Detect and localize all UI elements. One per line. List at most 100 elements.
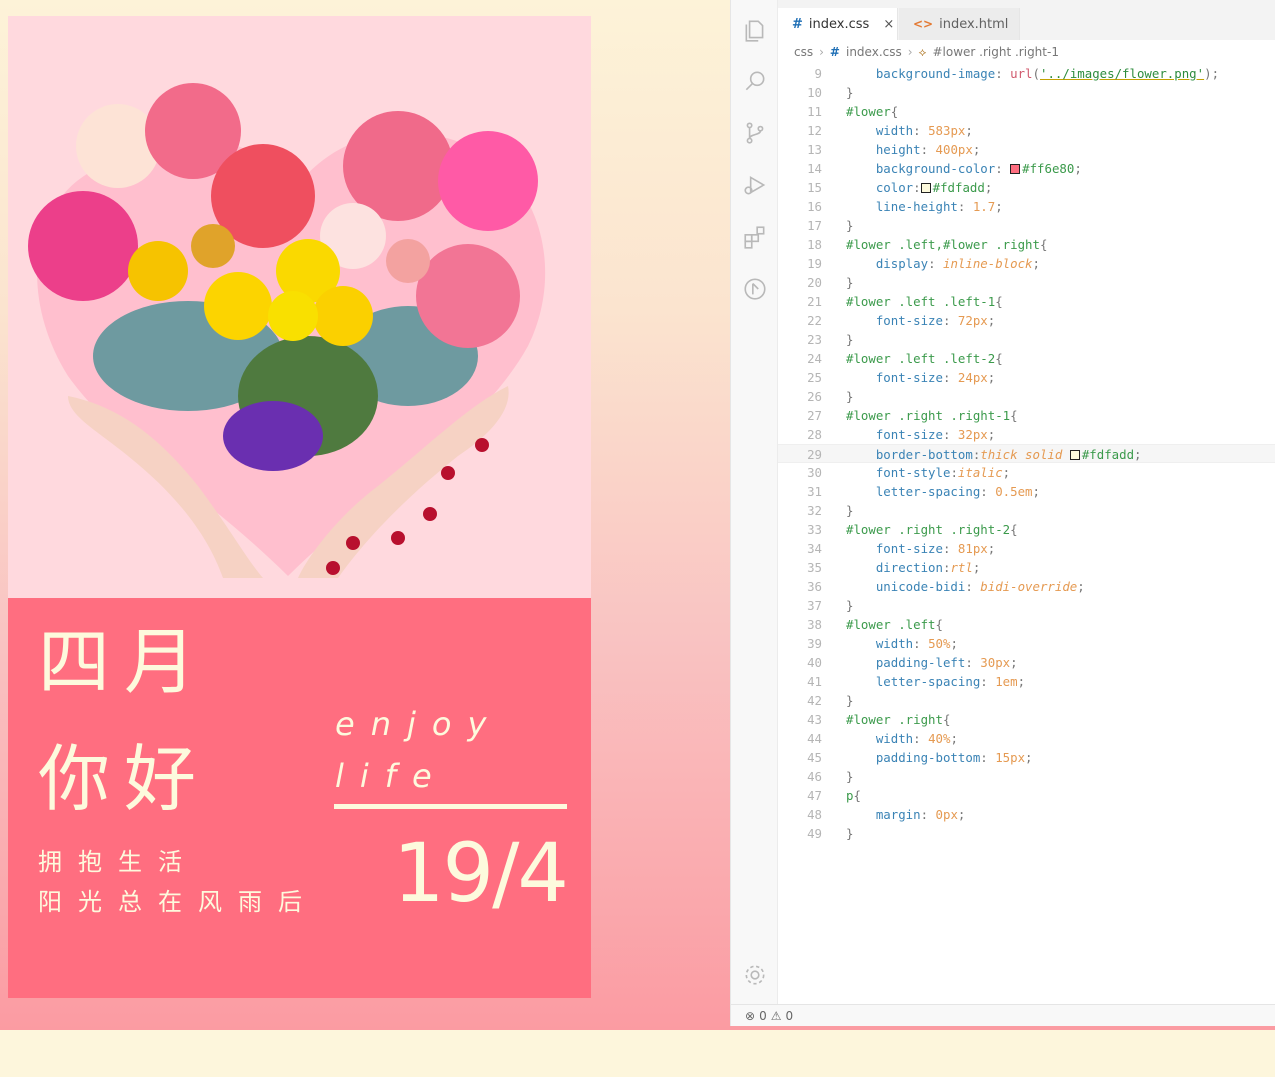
code-line[interactable]: 10} [778,83,1275,102]
code-line[interactable]: 26} [778,387,1275,406]
code-line[interactable]: 18 #lower .left,#lower .right{ [778,235,1275,254]
code-text[interactable]: padding-bottom: 15px; [846,748,1033,767]
code-text[interactable]: } [846,216,853,235]
code-line[interactable]: 44 width: 40%; [778,729,1275,748]
code-line[interactable]: 15 color: #fdfadd; [778,178,1275,197]
code-line[interactable]: 32} [778,501,1275,520]
breadcrumb-file[interactable]: index.css [846,45,902,59]
code-text[interactable]: } [846,330,853,349]
color-swatch-icon[interactable] [1010,164,1021,174]
code-text[interactable]: p{ [846,786,861,805]
code-text[interactable]: } [846,767,853,786]
code-text[interactable]: #lower .right .right-1{ [846,406,1018,425]
code-text[interactable]: padding-left: 30px; [846,653,1018,672]
code-text[interactable]: width: 40%; [846,729,958,748]
code-line[interactable]: 29 border-bottom:thick solid #fdfadd; [778,444,1275,463]
code-text[interactable]: #lower .left .left-2{ [846,349,1003,368]
code-line[interactable]: 34 font-size: 81px; [778,539,1275,558]
tab-index-css[interactable]: # index.css × [778,8,898,40]
code-line[interactable]: 25 font-size: 24px; [778,368,1275,387]
code-line[interactable]: 22 font-size: 72px; [778,311,1275,330]
code-line[interactable]: 41 letter-spacing: 1em; [778,672,1275,691]
extensions-icon[interactable] [742,224,768,250]
breadcrumb-symbol[interactable]: #lower .right .right-1 [932,45,1058,59]
code-text[interactable]: #lower .right .right-2{ [846,520,1018,539]
code-text[interactable]: background-color: #ff6e80; [846,159,1082,178]
code-text[interactable]: #lower .right{ [846,710,950,729]
code-line[interactable]: 36 unicode-bidi: bidi-override; [778,577,1275,596]
code-line[interactable]: 31 letter-spacing: 0.5em; [778,482,1275,501]
code-line[interactable]: 43 #lower .right{ [778,710,1275,729]
code-line[interactable]: 21 #lower .left .left-1{ [778,292,1275,311]
code-text[interactable]: } [846,691,853,710]
code-line[interactable]: 24 #lower .left .left-2{ [778,349,1275,368]
code-line[interactable]: 45 padding-bottom: 15px; [778,748,1275,767]
code-text[interactable]: color: #fdfadd; [846,178,992,197]
warning-count[interactable]: 0 [785,1009,793,1023]
code-line[interactable]: 48 margin: 0px; [778,805,1275,824]
code-line[interactable]: 49} [778,824,1275,843]
code-text[interactable]: } [846,501,853,520]
code-line[interactable]: 38 #lower .left{ [778,615,1275,634]
tab-index-html[interactable]: <> index.html [899,8,1020,40]
code-text[interactable]: #lower .left,#lower .right{ [846,235,1047,254]
code-text[interactable]: font-style:italic; [846,463,1010,482]
code-text[interactable]: } [846,273,853,292]
error-count[interactable]: 0 [759,1009,767,1023]
code-text[interactable]: font-size: 24px; [846,368,995,387]
code-line[interactable]: 12 width: 583px; [778,121,1275,140]
breadcrumb-folder[interactable]: css [794,45,813,59]
code-text[interactable]: width: 583px; [846,121,973,140]
error-icon[interactable]: ⊗ [745,1009,755,1023]
code-line[interactable]: 30 font-style:italic; [778,463,1275,482]
code-text[interactable]: letter-spacing: 0.5em; [846,482,1040,501]
code-text[interactable]: #lower .left{ [846,615,943,634]
warning-icon[interactable]: ⚠ [771,1009,782,1023]
code-line[interactable]: 28 font-size: 32px; [778,425,1275,444]
code-line[interactable]: 16 line-height: 1.7; [778,197,1275,216]
code-text[interactable]: #lower{ [846,102,898,121]
code-line[interactable]: 37} [778,596,1275,615]
code-line[interactable]: 39 width: 50%; [778,634,1275,653]
code-text[interactable]: direction:rtl; [846,558,980,577]
code-text[interactable]: border-bottom:thick solid #fdfadd; [846,445,1142,464]
code-line[interactable]: 40 padding-left: 30px; [778,653,1275,672]
code-line[interactable]: 47 p{ [778,786,1275,805]
code-text[interactable]: line-height: 1.7; [846,197,1003,216]
code-text[interactable]: } [846,596,853,615]
code-text[interactable]: font-size: 81px; [846,539,995,558]
remote-icon[interactable] [742,276,768,302]
code-line[interactable]: 13 height: 400px; [778,140,1275,159]
run-debug-icon[interactable] [742,172,768,198]
code-text[interactable]: letter-spacing: 1em; [846,672,1025,691]
code-line[interactable]: 23} [778,330,1275,349]
code-text[interactable]: unicode-bidi: bidi-override; [846,577,1085,596]
code-text[interactable]: #lower .left .left-1{ [846,292,1003,311]
source-control-icon[interactable] [742,120,768,146]
code-line[interactable]: 42} [778,691,1275,710]
color-swatch-icon[interactable] [1069,450,1080,460]
code-line[interactable]: 11 #lower{ [778,102,1275,121]
color-swatch-icon[interactable] [920,183,931,193]
code-text[interactable]: } [846,83,853,102]
code-text[interactable]: } [846,387,853,406]
code-text[interactable]: background-image: url('../images/flower.… [846,64,1219,83]
code-text[interactable]: width: 50%; [846,634,958,653]
code-line[interactable]: 46} [778,767,1275,786]
code-text[interactable]: } [846,824,853,843]
code-line[interactable]: 35 direction:rtl; [778,558,1275,577]
close-icon[interactable]: × [883,17,894,32]
code-text[interactable]: font-size: 32px; [846,425,995,444]
code-text[interactable]: font-size: 72px; [846,311,995,330]
code-line[interactable]: 20} [778,273,1275,292]
code-line[interactable]: 27 #lower .right .right-1{ [778,406,1275,425]
settings-gear-icon[interactable] [742,962,768,988]
code-line[interactable]: 17} [778,216,1275,235]
code-line[interactable]: 33 #lower .right .right-2{ [778,520,1275,539]
code-line[interactable]: 14 background-color: #ff6e80; [778,159,1275,178]
code-text[interactable]: height: 400px; [846,140,980,159]
code-text[interactable]: margin: 0px; [846,805,966,824]
code-line[interactable]: 19 display: inline-block; [778,254,1275,273]
code-text[interactable]: display: inline-block; [846,254,1040,273]
explorer-icon[interactable] [742,18,768,44]
